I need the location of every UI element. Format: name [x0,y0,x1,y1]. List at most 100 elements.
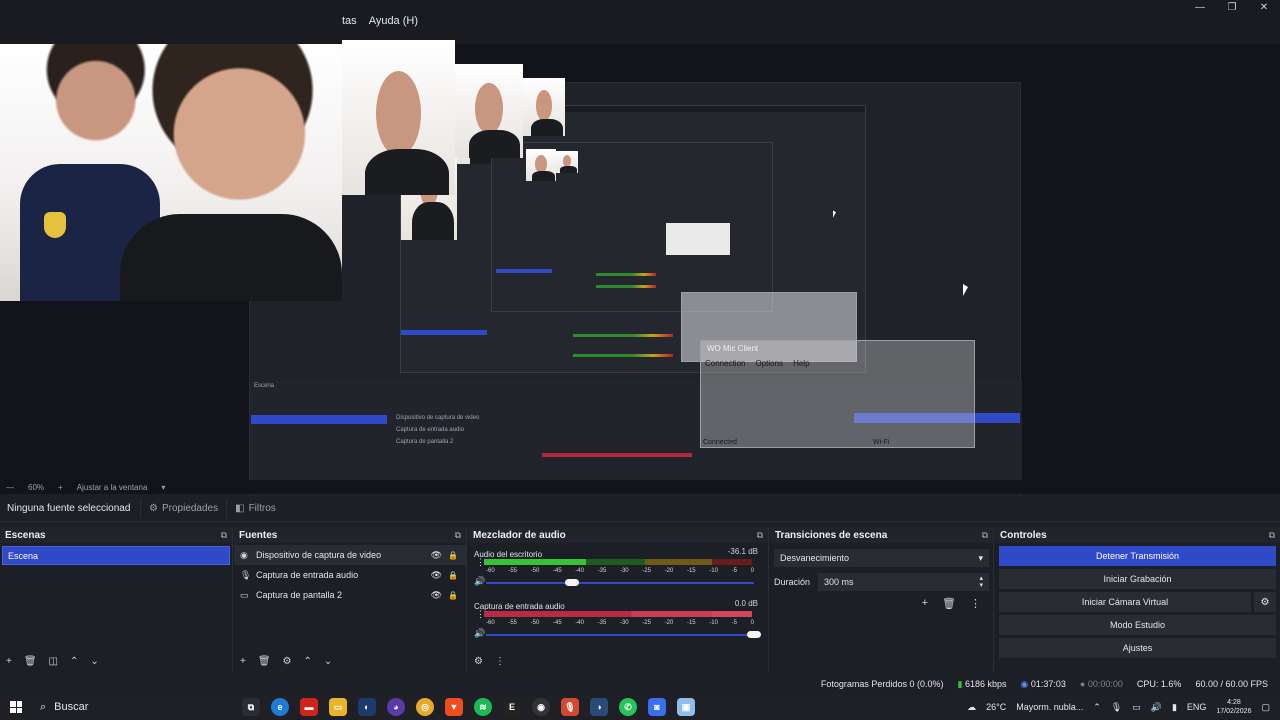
menu-item-tools[interactable]: tas [342,15,357,27]
add-transition-icon[interactable]: + [922,597,928,610]
volume-slider[interactable] [486,634,754,636]
transition-select[interactable]: Desvanecimiento ▾ [774,549,989,567]
lock-icon[interactable]: 🔒 [448,551,458,560]
studio-mode-button[interactable]: Modo Estudio [999,615,1276,635]
dock-float-icon[interactable]: ⧉ [982,530,988,541]
steam-icon[interactable]: ◐ [358,698,376,716]
minimize-button[interactable]: — [1184,0,1216,14]
speaker-icon[interactable]: 🔊 [474,628,485,639]
microphone-tray-icon[interactable]: 🎙 [1111,702,1122,713]
advanced-audio-icon[interactable]: ⚙ [474,656,483,667]
zoom-plus-icon[interactable]: + [58,483,63,492]
lock-icon[interactable]: 🔒 [448,571,458,580]
add-scene-icon[interactable]: + [6,656,12,667]
source-settings-icon[interactable]: ⚙ [283,656,292,667]
move-down-icon[interactable]: ⌄ [90,656,98,667]
image-app-icon[interactable]: ▣ [677,698,695,716]
close-button[interactable]: ✕ [1248,0,1280,14]
chevron-down-icon[interactable]: ▾ [161,483,165,492]
settings-button[interactable]: Ajustes [999,638,1276,658]
taskbar-search[interactable]: ⌕ Buscar [32,701,242,714]
mixer-menu-icon[interactable]: ⋮ [495,656,505,667]
db-tick: -10 [709,568,718,574]
remove-source-icon[interactable]: 🗑 [258,656,271,667]
whatsapp-icon[interactable]: ✆ [619,698,637,716]
duration-input[interactable]: 300 ms ▴ ▾ [818,573,989,591]
volume-slider-handle[interactable] [747,631,761,638]
visibility-eye-icon[interactable]: 👁 [431,590,442,601]
cpu-usage: CPU: 1.6% [1136,679,1182,689]
preview-area[interactable]: Escena Dispositivo de captura de video C… [0,40,1280,521]
db-tick: -5 [731,568,737,574]
move-up-icon[interactable]: ⌃ [304,656,312,667]
db-scale: -60 -55 -50 -45 -40 -35 -30 -25 -20 -15 -10 -5 0 [486,620,754,626]
notifications-icon[interactable]: ▢ [1261,702,1270,713]
stream-icon: ◉ [1020,678,1029,689]
move-up-icon[interactable]: ⌃ [70,656,78,667]
menu-item-help[interactable]: Ayuda (H) [369,15,418,27]
fit-window-label[interactable]: Ajustar a la ventana [77,483,148,492]
db-scale: -60 -55 -50 -45 -40 -35 -30 -25 -20 -15 -10 -5 0 [486,568,754,574]
db-tick: -35 [597,568,607,574]
spotify-icon[interactable]: ≋ [474,698,492,716]
file-explorer-icon[interactable]: ▭ [329,698,347,716]
scene-filters-icon[interactable]: ◫ [49,656,58,667]
spinner-arrows-icon[interactable]: ▴ ▾ [979,575,983,589]
brave-icon[interactable]: ▼ [445,698,463,716]
stream-time: 01:37:03 [1030,678,1066,689]
db-tick: -5 [731,620,737,626]
start-recording-button[interactable]: Iniciar Grabación [999,569,1276,589]
move-down-icon[interactable]: ⌄ [324,656,332,667]
steam-alt-icon[interactable]: ◑ [590,698,608,716]
chevron-up-icon[interactable]: ⌃ [1093,702,1101,713]
volume-slider[interactable] [486,582,754,584]
blue-app-icon[interactable]: ◙ [648,698,666,716]
battery-icon[interactable]: ▮ [1172,702,1177,713]
dock-float-icon[interactable]: ⧉ [1269,530,1275,541]
start-virtual-cam-button[interactable]: Iniciar Cámara Virtual [999,592,1251,612]
visibility-eye-icon[interactable]: 👁 [431,570,442,581]
chrome-icon[interactable]: ◎ [416,698,434,716]
menu-bar: tas Ayuda (H) [342,15,418,27]
volume-slider-handle[interactable] [564,579,579,586]
start-button[interactable] [0,701,32,713]
source-item-screen[interactable]: ▭ Captura de pantalla 2 👁 🔒 [234,585,466,605]
network-icon[interactable]: ▭ [1132,702,1141,713]
microphone-app-icon[interactable]: 🎙 [561,698,579,716]
dock-float-icon[interactable]: ⧉ [455,530,461,541]
lock-icon[interactable]: 🔒 [448,591,458,600]
zoom-minus-icon[interactable]: — [6,483,14,492]
scene-item-escena[interactable]: Escena [2,546,230,565]
properties-button[interactable]: ⚙ Propiedades [140,499,226,518]
discord-icon[interactable]: ◕ [387,698,405,716]
maximize-button[interactable]: ❐ [1216,0,1248,14]
virtual-cam-settings-gear-icon[interactable]: ⚙ [1254,592,1276,612]
weather-temp[interactable]: 26°C [986,702,1006,712]
add-source-icon[interactable]: + [240,656,246,667]
filters-button[interactable]: ◧ Filtros [226,499,284,518]
red-app-icon[interactable]: ▬ [300,698,318,716]
remove-transition-icon[interactable]: 🗑 [942,597,956,610]
language-indicator[interactable]: ENG [1187,702,1207,712]
visibility-eye-icon[interactable]: 👁 [431,550,442,561]
stop-stream-button[interactable]: Detener Transmisión [999,546,1276,566]
clock[interactable]: 4:28 17/02/2026 [1216,698,1251,716]
volume-icon[interactable]: 🔊 [1151,702,1162,713]
dock-float-icon[interactable]: ⧉ [221,530,227,541]
task-view-icon[interactable]: ⧉ [242,698,260,716]
remove-scene-icon[interactable]: 🗑 [24,656,37,667]
source-item-audio[interactable]: 🎙 Captura de entrada audio 👁 🔒 [234,565,466,585]
epic-games-icon[interactable]: E [503,698,521,716]
source-item-video[interactable]: ◉ Dispositivo de captura de video 👁 🔒 [234,545,466,565]
db-tick: -60 [486,620,495,626]
weather-text[interactable]: Mayorm. nubla... [1016,702,1083,712]
signal-bars-icon: ▮ [957,678,963,689]
recursive-webcam-3 [523,78,565,136]
edge-icon[interactable]: e [271,698,289,716]
obs-icon[interactable]: ◉ [532,698,550,716]
dock-float-icon[interactable]: ⧉ [757,530,763,541]
db-tick: -55 [508,620,517,626]
bitrate: 6186 kbps [964,678,1007,689]
transition-menu-icon[interactable]: ⋮ [970,597,981,610]
speaker-icon[interactable]: 🔊 [474,576,485,587]
